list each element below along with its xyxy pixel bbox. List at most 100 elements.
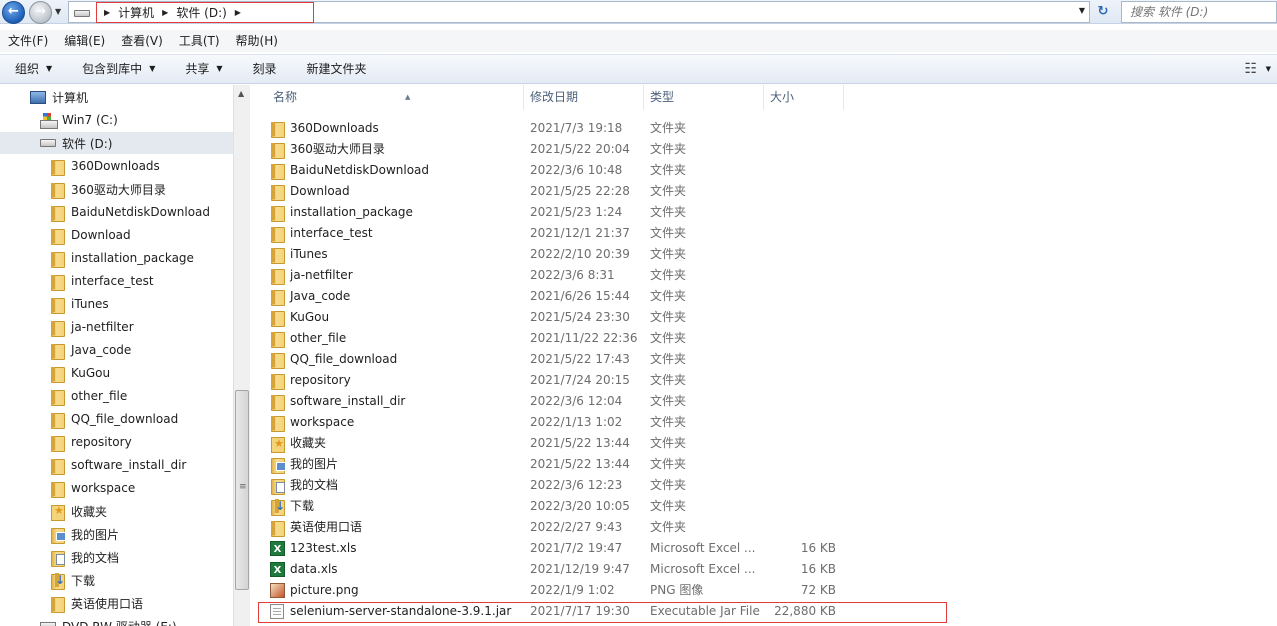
file-row[interactable]: iTunes 2022/2/10 20:39 文件夹 bbox=[267, 244, 1277, 265]
file-size bbox=[770, 244, 836, 265]
file-row[interactable]: 收藏夹 2021/5/22 13:44 文件夹 bbox=[267, 433, 1277, 454]
file-row[interactable]: 360驱动大师目录 2021/5/22 20:04 文件夹 bbox=[267, 139, 1277, 160]
scrollbar-thumb[interactable]: ≡ bbox=[235, 390, 249, 590]
menu-tools[interactable]: 工具(T) bbox=[171, 30, 228, 52]
menu-view[interactable]: 查看(V) bbox=[113, 30, 171, 52]
file-row[interactable]: 我的图片 2021/5/22 13:44 文件夹 bbox=[267, 454, 1277, 475]
burn-button[interactable]: 刻录 bbox=[238, 55, 292, 83]
tree-item[interactable]: repository bbox=[0, 431, 233, 453]
file-row[interactable]: Download 2021/5/25 22:28 文件夹 bbox=[267, 181, 1277, 202]
file-row[interactable]: software_install_dir 2022/3/6 12:04 文件夹 bbox=[267, 391, 1277, 412]
file-row[interactable]: X 123test.xls 2021/7/2 19:47 Microsoft Exce… bbox=[267, 538, 1277, 559]
tree-item[interactable]: other_file bbox=[0, 385, 233, 407]
tree-item[interactable]: 我的图片 bbox=[0, 523, 233, 545]
file-row[interactable]: BaiduNetdiskDownload 2022/3/6 10:48 文件夹 bbox=[267, 160, 1277, 181]
tree-item[interactable]: workspace bbox=[0, 477, 233, 499]
file-row[interactable]: repository 2021/7/24 20:15 文件夹 bbox=[267, 370, 1277, 391]
menu-file[interactable]: 文件(F) bbox=[0, 30, 56, 52]
file-name: interface_test bbox=[290, 226, 373, 240]
tree-item[interactable]: ja-netfilter bbox=[0, 316, 233, 338]
file-row[interactable]: ja-netfilter 2022/3/6 8:31 文件夹 bbox=[267, 265, 1277, 286]
windows-drive-icon bbox=[40, 113, 58, 129]
change-view-icon[interactable]: ☷ bbox=[1244, 61, 1257, 77]
file-date-modified: 2021/5/25 22:28 bbox=[530, 184, 630, 198]
file-type: PNG 图像 bbox=[650, 583, 704, 597]
navigation-scrollbar[interactable]: ▲ ≡ bbox=[233, 85, 250, 626]
file-row[interactable]: 360Downloads 2021/7/3 19:18 文件夹 bbox=[267, 118, 1277, 139]
tree-item[interactable]: 360Downloads bbox=[0, 155, 233, 177]
file-row[interactable]: KuGou 2021/5/24 23:30 文件夹 bbox=[267, 307, 1277, 328]
file-type: Microsoft Excel ... bbox=[650, 562, 756, 576]
tree-item[interactable]: KuGou bbox=[0, 362, 233, 384]
include-in-library-button[interactable]: 包含到库中 ▼ bbox=[67, 55, 170, 83]
column-header-size[interactable]: 大小 bbox=[764, 85, 844, 110]
back-button[interactable]: ← bbox=[2, 1, 25, 24]
file-date-modified: 2022/1/13 1:02 bbox=[530, 415, 623, 429]
file-row[interactable]: 我的文档 2022/3/6 12:23 文件夹 bbox=[267, 475, 1277, 496]
tree-item-label: other_file bbox=[71, 389, 128, 403]
file-name: QQ_file_download bbox=[290, 352, 398, 366]
tree-item[interactable]: 收藏夹 bbox=[0, 500, 233, 522]
tree-item[interactable]: Download bbox=[0, 224, 233, 246]
recent-pages-dropdown[interactable]: ▼ bbox=[55, 8, 63, 16]
refresh-button[interactable]: ↻ bbox=[1092, 1, 1114, 23]
file-row[interactable]: picture.png 2022/1/9 1:02 PNG 图像 72 KB bbox=[267, 580, 1277, 601]
excel-file-icon: X bbox=[270, 541, 285, 556]
share-button[interactable]: 共享 ▼ bbox=[170, 55, 237, 83]
tree-item[interactable]: software_install_dir bbox=[0, 454, 233, 476]
file-row[interactable]: interface_test 2021/12/1 21:37 文件夹 bbox=[267, 223, 1277, 244]
scroll-up-arrow-icon[interactable]: ▲ bbox=[238, 89, 244, 98]
tree-item-label: BaiduNetdiskDownload bbox=[71, 205, 211, 219]
folder-icon bbox=[50, 205, 65, 222]
column-header-name[interactable]: 名称 ▲ bbox=[267, 85, 524, 110]
column-header-type[interactable]: 类型 bbox=[644, 85, 764, 110]
search-box[interactable] bbox=[1121, 1, 1277, 23]
file-date-modified: 2022/1/9 1:02 bbox=[530, 583, 615, 597]
menu-help[interactable]: 帮助(H) bbox=[228, 30, 286, 52]
tree-item[interactable]: 360驱动大师目录 bbox=[0, 178, 233, 200]
file-row[interactable]: workspace 2022/1/13 1:02 文件夹 bbox=[267, 412, 1277, 433]
file-row[interactable]: installation_package 2021/5/23 1:24 文件夹 bbox=[267, 202, 1277, 223]
folder-icon bbox=[270, 331, 285, 348]
folder-icon bbox=[50, 251, 65, 268]
tree-item-label: 我的文档 bbox=[71, 550, 120, 565]
file-row[interactable]: other_file 2021/11/22 22:36 文件夹 bbox=[267, 328, 1277, 349]
tree-item[interactable]: iTunes bbox=[0, 293, 233, 315]
file-type: 文件夹 bbox=[650, 520, 687, 534]
tree-item[interactable]: interface_test bbox=[0, 270, 233, 292]
file-row[interactable]: 下载 2022/3/20 10:05 文件夹 bbox=[267, 496, 1277, 517]
tree-item[interactable]: 计算机 bbox=[0, 86, 233, 108]
file-type: 文件夹 bbox=[650, 142, 687, 156]
view-options-dropdown-icon[interactable]: ▼ bbox=[1266, 65, 1271, 73]
tree-item[interactable]: Win7 (C:) bbox=[0, 109, 233, 131]
folder-icon bbox=[50, 228, 65, 245]
computer-icon bbox=[30, 90, 46, 104]
column-header-date[interactable]: 修改日期 bbox=[524, 85, 644, 110]
file-type: 文件夹 bbox=[650, 394, 687, 408]
organize-button[interactable]: 组织 ▼ bbox=[0, 55, 67, 83]
file-row[interactable]: QQ_file_download 2021/5/22 17:43 文件夹 bbox=[267, 349, 1277, 370]
file-row[interactable]: Xdata.xls 2021/12/19 9:47 Microsoft Excel … bbox=[267, 559, 1277, 580]
tree-item-label: ja-netfilter bbox=[71, 320, 134, 334]
tree-item[interactable]: 下载 bbox=[0, 569, 233, 591]
tree-item[interactable]: installation_package bbox=[0, 247, 233, 269]
file-size: 72 KB bbox=[800, 583, 836, 597]
folder-icon bbox=[50, 596, 65, 613]
menu-edit[interactable]: 编辑(E) bbox=[56, 30, 113, 52]
new-folder-button[interactable]: 新建文件夹 bbox=[292, 55, 382, 83]
forward-button[interactable]: → bbox=[29, 1, 52, 24]
tree-item[interactable]: BaiduNetdiskDownload bbox=[0, 201, 233, 223]
file-row[interactable]: 英语使用口语 2022/2/27 9:43 文件夹 bbox=[267, 517, 1277, 538]
tree-item[interactable]: 我的文档 bbox=[0, 546, 233, 568]
file-type: 文件夹 bbox=[650, 331, 687, 345]
tree-item[interactable]: 软件 (D:) bbox=[0, 132, 233, 154]
tree-item[interactable]: Java_code bbox=[0, 339, 233, 361]
tree-item[interactable]: 英语使用口语 bbox=[0, 592, 233, 614]
file-row[interactable]: Java_code 2021/6/26 15:44 文件夹 bbox=[267, 286, 1277, 307]
address-history-dropdown-icon[interactable]: ▼ bbox=[1079, 6, 1085, 15]
search-input[interactable] bbox=[1122, 2, 1252, 22]
tree-item[interactable]: DVD RW 驱动器 (E:) bbox=[0, 615, 233, 626]
tree-item[interactable]: QQ_file_download bbox=[0, 408, 233, 430]
folder-icon bbox=[50, 481, 65, 498]
tree-item-label: Win7 (C:) bbox=[62, 113, 118, 127]
